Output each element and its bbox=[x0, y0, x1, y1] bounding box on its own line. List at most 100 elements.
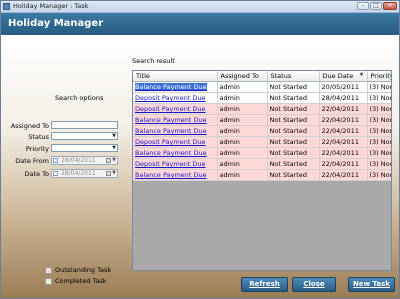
calendar-icon[interactable] bbox=[106, 158, 111, 163]
table-row[interactable]: Balance Payment Due admin Not Started 22… bbox=[133, 169, 391, 181]
due-date-cell: 22/04/2011 bbox=[319, 125, 368, 137]
table-row[interactable]: Deposit Payment Due admin Not Started 22… bbox=[133, 136, 391, 148]
assigned-to-label: Assigned To bbox=[10, 122, 49, 130]
title-bar[interactable]: Holiday Manager : Task – □ ✕ bbox=[1, 1, 399, 13]
date-from-picker[interactable]: 28/04/2011 ▼ bbox=[51, 156, 118, 165]
status-cell: Not Started bbox=[267, 125, 320, 137]
table-row[interactable]: Deposit Payment Due admin Not Started 22… bbox=[133, 103, 391, 115]
assigned-to-input[interactable] bbox=[51, 121, 118, 129]
chevron-down-icon: ▼ bbox=[112, 133, 116, 139]
date-to-label: Date To bbox=[24, 170, 49, 178]
task-title-link[interactable]: Balance Payment Due bbox=[133, 114, 218, 126]
status-cell: Not Started bbox=[267, 169, 320, 181]
task-title-link[interactable]: Balance Payment Due bbox=[133, 147, 218, 159]
column-header-due-date[interactable]: Due Date ▼ bbox=[319, 71, 368, 82]
task-title-link[interactable]: Deposit Payment Due bbox=[133, 158, 218, 170]
calendar-icon[interactable] bbox=[106, 171, 111, 176]
task-title-text: Balance Payment Due bbox=[135, 83, 207, 91]
table-row[interactable]: Deposit Payment Due admin Not Started 28… bbox=[133, 92, 391, 104]
date-from-checkbox[interactable] bbox=[53, 158, 58, 163]
due-date-header-label: Due Date bbox=[322, 72, 354, 80]
status-select[interactable]: ▼ bbox=[51, 132, 118, 140]
window-controls: – □ ✕ bbox=[357, 2, 397, 11]
table-row[interactable]: Balance Payment Due admin Not Started 22… bbox=[133, 147, 391, 159]
assigned-cell: admin bbox=[217, 136, 268, 148]
assigned-cell: admin bbox=[217, 92, 268, 104]
table-row[interactable]: Balance Payment Due admin Not Started 22… bbox=[133, 125, 391, 137]
app-title: Holiday Manager bbox=[8, 18, 104, 29]
assigned-cell: admin bbox=[217, 114, 268, 126]
close-button[interactable]: Close bbox=[292, 277, 336, 292]
task-title-link[interactable]: Deposit Payment Due bbox=[133, 136, 218, 148]
column-header-status[interactable]: Status bbox=[267, 71, 320, 82]
task-title-link[interactable]: Balance Payment Due bbox=[133, 125, 218, 137]
header-row: Title Assigned To Status Due Date ▼ Prior… bbox=[133, 71, 391, 82]
date-to-picker[interactable]: 28/04/2011 ▼ bbox=[51, 169, 118, 178]
assigned-cell: admin bbox=[217, 103, 268, 115]
status-cell: Not Started bbox=[267, 158, 320, 170]
task-title-link[interactable]: Balance Payment Due bbox=[133, 169, 218, 181]
date-to-value: 28/04/2011 bbox=[61, 170, 96, 177]
date-from-label: Date From bbox=[15, 157, 49, 165]
chevron-down-icon: ▼ bbox=[112, 145, 116, 151]
maximize-button[interactable]: □ bbox=[370, 2, 382, 10]
status-cell: Not Started bbox=[267, 147, 320, 159]
due-date-cell: 22/04/2011 bbox=[319, 158, 368, 170]
results-table: Title Assigned To Status Due Date ▼ Prior… bbox=[133, 71, 391, 181]
priority-select[interactable]: ▼ bbox=[51, 144, 118, 152]
priority-cell: (3) Normal bbox=[367, 169, 391, 181]
status-cell: Not Started bbox=[267, 136, 320, 148]
status-cell: Not Started bbox=[267, 81, 320, 93]
table-row[interactable]: Balance Payment Due admin Not Started 20… bbox=[133, 81, 391, 93]
date-to-checkbox[interactable] bbox=[53, 171, 58, 176]
column-header-title[interactable]: Title bbox=[133, 71, 218, 82]
refresh-button[interactable]: Refresh bbox=[241, 277, 288, 292]
minimize-button[interactable]: – bbox=[357, 2, 369, 10]
outstanding-legend-label: Outstanding Task bbox=[55, 266, 112, 274]
due-date-cell: 22/04/2011 bbox=[319, 103, 368, 115]
priority-cell: (3) Normal bbox=[367, 103, 391, 115]
task-title-link[interactable]: Deposit Payment Due bbox=[133, 92, 218, 104]
status-cell: Not Started bbox=[267, 92, 320, 104]
chevron-down-icon: ▼ bbox=[112, 157, 116, 163]
close-window-button[interactable]: ✕ bbox=[383, 2, 397, 10]
date-from-value: 28/04/2011 bbox=[61, 157, 96, 164]
priority-cell: (3) Normal bbox=[367, 125, 391, 137]
assigned-cell: admin bbox=[217, 158, 268, 170]
assigned-cell: admin bbox=[217, 147, 268, 159]
app-header: Holiday Manager bbox=[1, 13, 399, 35]
priority-cell: (3) Normal bbox=[367, 147, 391, 159]
table-row[interactable]: Deposit Payment Due admin Not Started 22… bbox=[133, 158, 391, 170]
due-date-cell: 20/05/2011 bbox=[319, 81, 368, 93]
task-title-link[interactable]: Balance Payment Due bbox=[133, 81, 218, 93]
status-cell: Not Started bbox=[267, 114, 320, 126]
outstanding-legend-swatch bbox=[45, 267, 52, 274]
window-title: Holiday Manager : Task bbox=[13, 2, 89, 10]
due-date-cell: 22/04/2011 bbox=[319, 147, 368, 159]
assigned-cell: admin bbox=[217, 125, 268, 137]
priority-label: Priority bbox=[25, 145, 49, 153]
assigned-cell: admin bbox=[217, 81, 268, 93]
priority-cell: (3) Normal bbox=[367, 81, 391, 93]
task-title-link[interactable]: Deposit Payment Due bbox=[133, 103, 218, 115]
column-header-priority[interactable]: Priority bbox=[367, 71, 391, 82]
priority-cell: (3) Normal bbox=[367, 92, 391, 104]
new-task-button[interactable]: New Task bbox=[348, 277, 395, 292]
table-row[interactable]: Balance Payment Due admin Not Started 22… bbox=[133, 114, 391, 126]
completed-legend-swatch bbox=[45, 278, 52, 285]
priority-cell: (3) Normal bbox=[367, 158, 391, 170]
column-header-assigned-to[interactable]: Assigned To bbox=[217, 71, 268, 82]
chevron-down-icon: ▼ bbox=[112, 170, 116, 176]
due-date-cell: 28/04/2011 bbox=[319, 92, 368, 104]
completed-legend-label: Completed Task bbox=[55, 277, 107, 285]
due-date-cell: 22/04/2011 bbox=[319, 169, 368, 181]
sort-desc-icon: ▼ bbox=[359, 72, 364, 78]
app-icon bbox=[3, 3, 10, 10]
status-cell: Not Started bbox=[267, 103, 320, 115]
results-grid[interactable]: Title Assigned To Status Due Date ▼ Prior… bbox=[132, 70, 392, 271]
assigned-cell: admin bbox=[217, 169, 268, 181]
task-window: Holiday Manager : Task – □ ✕ Holiday Man… bbox=[0, 0, 400, 299]
due-date-cell: 22/04/2011 bbox=[319, 136, 368, 148]
status-label: Status bbox=[28, 133, 49, 141]
priority-cell: (3) Normal bbox=[367, 114, 391, 126]
